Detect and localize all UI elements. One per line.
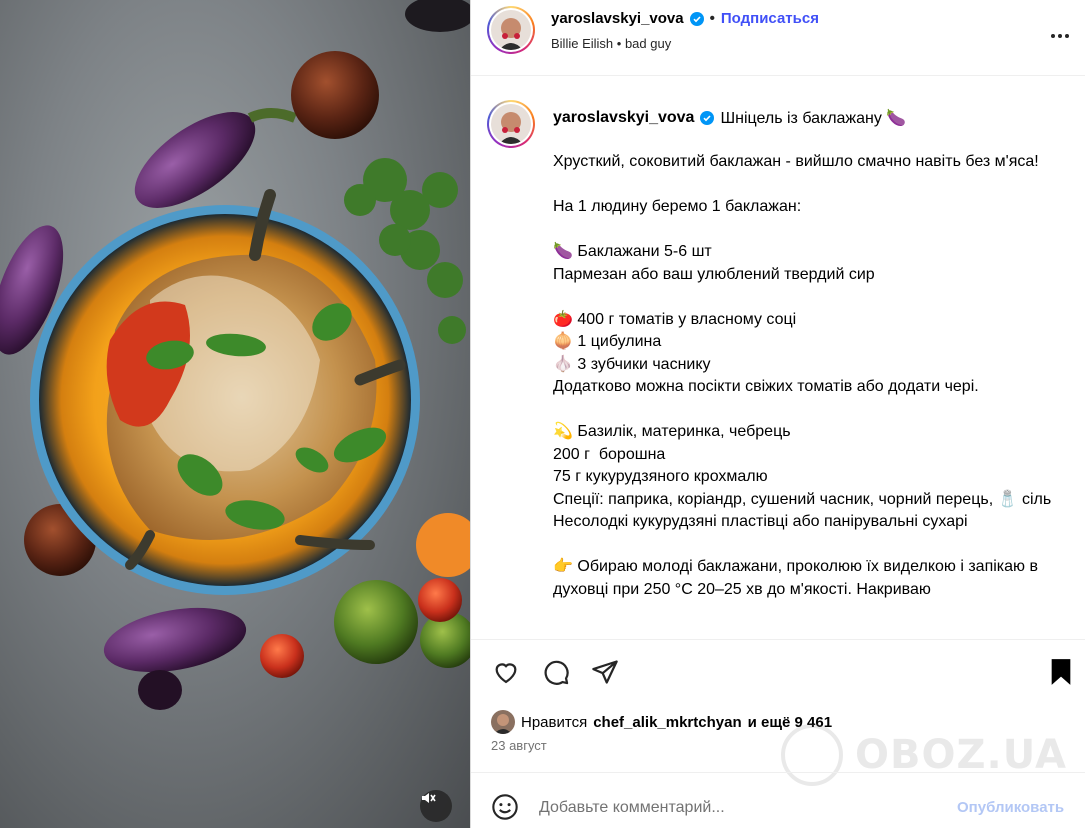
verified-badge-icon [700,111,715,125]
liker-avatar [491,710,515,734]
liker-face-image [491,710,515,734]
likes-summary[interactable]: Нравится chef_alik_mkrtchyan и ещё 9 461 [491,710,832,734]
caption-author-face-image [491,104,531,144]
header-user-line: yaroslavskyi_vova • Подписаться [551,10,819,27]
caption-username[interactable]: yaroslavskyi_vova [553,109,694,127]
post-comment-button[interactable]: Опубликовать [957,799,1064,816]
heart-icon[interactable] [491,658,521,686]
action-bar [471,640,1085,700]
music-separator: • [616,36,622,51]
caption-header: yaroslavskyi_vova Шніцель із баклажану 🍆 [553,108,906,128]
author-avatar[interactable] [487,6,535,54]
share-icon[interactable] [591,658,619,686]
caption-title: Шніцель із баклажану 🍆 [720,110,907,127]
author-face-image [491,10,531,50]
comment-input[interactable] [539,793,929,823]
liker-username[interactable]: chef_alik_mkrtchyan [593,714,741,731]
music-artist: Billie Eilish [551,36,614,51]
comment-bar: Опубликовать [471,772,1085,828]
emoji-icon[interactable] [491,793,519,821]
music-info[interactable]: Billie Eilish • bad guy [551,36,671,51]
follow-button[interactable]: Подписаться [721,10,819,27]
comment-icon[interactable] [541,658,571,686]
muted-speaker-icon [422,793,436,803]
author-username[interactable]: yaroslavskyi_vova [551,10,684,27]
separator-dot: • [709,10,715,27]
music-track: bad guy [624,36,672,51]
mute-toggle-button[interactable] [420,790,452,822]
food-photo [0,0,470,710]
more-options-icon[interactable] [1048,24,1072,48]
caption-author-avatar[interactable] [487,100,535,148]
likes-prefix: Нравится [521,713,588,731]
likes-count[interactable]: и ещё 9 461 [748,714,832,731]
post-details-panel: yaroslavskyi_vova • Подписаться Billie E… [470,0,1085,828]
post-media[interactable] [0,0,470,828]
post-header: yaroslavskyi_vova • Подписаться Billie E… [471,0,1085,76]
caption-scroll-area[interactable]: yaroslavskyi_vova Шніцель із баклажану 🍆… [471,76,1085,640]
caption-text: Хрусткий, соковитий баклажан - вийшло см… [553,153,1052,598]
post-date[interactable]: 23 август [491,738,547,753]
bookmark-icon[interactable] [1049,658,1073,686]
verified-badge-icon [689,11,704,26]
